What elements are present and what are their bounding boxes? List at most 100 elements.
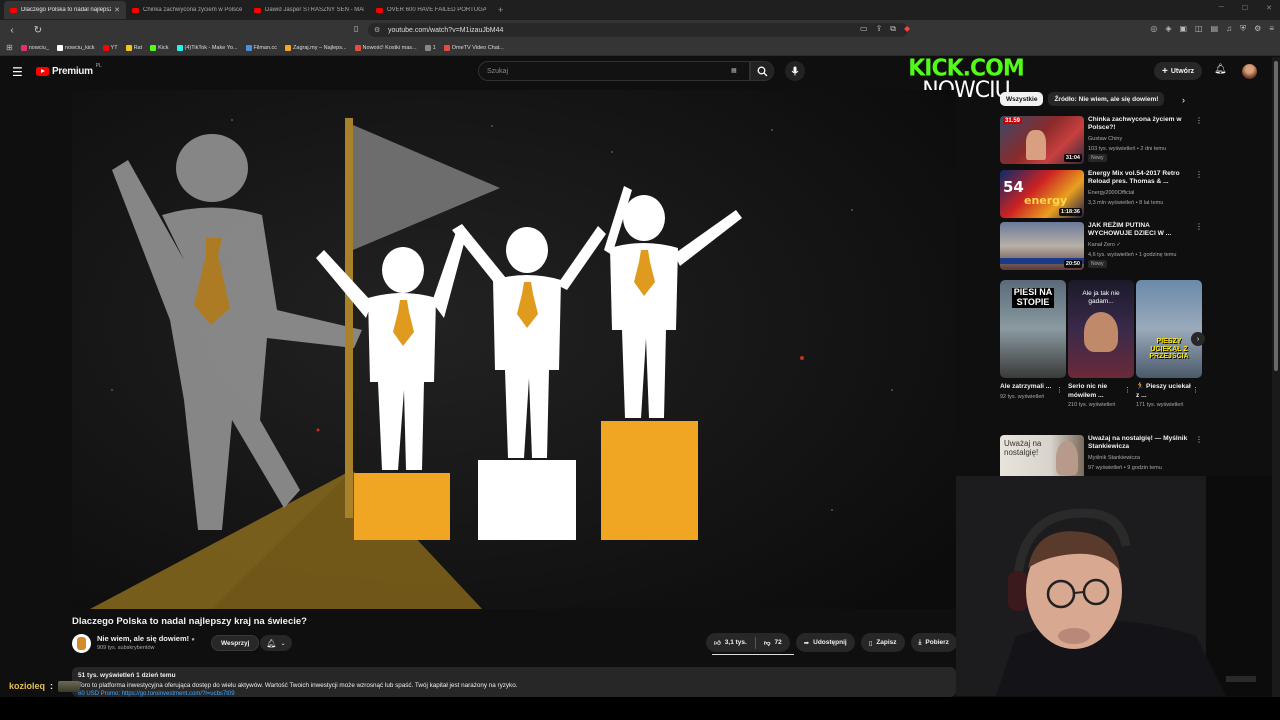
- video-thumbnail[interactable]: 20:50: [1000, 222, 1084, 270]
- close-window-icon[interactable]: ✕: [1266, 4, 1272, 12]
- browser-tab[interactable]: Dlaczego Polska to nadal najlepszy ✕: [4, 1, 126, 19]
- tab-title: Chinka zachwycona życiem w Polsce: [143, 7, 242, 13]
- menu-icon[interactable]: ≡: [1269, 24, 1274, 34]
- extension-icon[interactable]: ◫: [1195, 24, 1203, 34]
- browser-tab[interactable]: OVER 600 HAVE FAILED PORTUGAL'S: [370, 1, 492, 19]
- more-options-icon[interactable]: ⋮: [1195, 116, 1203, 125]
- scrollbar-thumb[interactable]: [1274, 61, 1278, 371]
- bookmark-star-icon[interactable]: ▯: [354, 24, 358, 33]
- minimize-icon[interactable]: ─: [1219, 4, 1224, 12]
- recommendation-item[interactable]: 54 energy 1:18:36 Energy Mix vol.54-2017…: [1000, 170, 1205, 220]
- bookmark-item[interactable]: Nowość! Kostki mas...: [354, 44, 417, 51]
- settings-icon[interactable]: ⚙: [1254, 24, 1261, 34]
- browser-tab[interactable]: Dawid Jasper STRASZNY SEN - MAF: [248, 1, 370, 19]
- save-button[interactable]: ▯ Zapisz: [860, 633, 905, 652]
- subscriber-count: 909 tys. subskrybentów: [97, 645, 155, 651]
- description-box[interactable]: 51 tys. wyświetleń 1 dzień temu Toro to …: [72, 667, 956, 697]
- youtube-favicon-icon: [10, 7, 17, 13]
- site-info-icon[interactable]: ⚙: [374, 26, 380, 34]
- extension-icon[interactable]: ◆: [904, 24, 910, 34]
- bookmark-item[interactable]: 1: [424, 44, 436, 51]
- share-button[interactable]: ➦ Udostępnij: [795, 633, 855, 652]
- short-item[interactable]: PIESI NA STOPIE Ale zatrzymali ... 92 ty…: [1000, 280, 1066, 401]
- video-thumbnail[interactable]: 54 energy 1:18:36: [1000, 170, 1084, 218]
- cast-icon[interactable]: ▭: [860, 24, 868, 34]
- video-thumbnail[interactable]: 31.59 31:04: [1000, 116, 1084, 164]
- chip-source[interactable]: Źródło: Nie wiem, ale się dowiem!: [1048, 92, 1165, 106]
- like-ratio-bar: [712, 653, 794, 655]
- short-item[interactable]: PIESZY UCIEKAŁ Z PRZEJŚCIA 🏃 Pieszy ucie…: [1136, 280, 1202, 409]
- short-thumbnail[interactable]: PIESI NA STOPIE: [1000, 280, 1066, 378]
- bookmark-item[interactable]: Kick: [150, 44, 169, 51]
- bookmarks-bar: ⊞ nowciu_ nowciu_kick YT Rat Kick (4)TikTok -…: [0, 40, 1280, 56]
- support-button[interactable]: Wesprzyj: [211, 635, 260, 651]
- back-icon[interactable]: ‹: [4, 25, 20, 36]
- maximize-icon[interactable]: ☐: [1242, 4, 1248, 12]
- chevron-right-icon[interactable]: ›: [1191, 332, 1205, 346]
- apps-grid-icon[interactable]: ⊞: [6, 43, 13, 52]
- more-options-icon[interactable]: ⋮: [1195, 222, 1203, 231]
- bookmark-item[interactable]: YT: [102, 44, 118, 51]
- extension-icon[interactable]: ◎: [1150, 24, 1157, 34]
- video-meta: 97 wyświetleń • 9 godzin temu: [1088, 465, 1162, 471]
- bookmark-item[interactable]: (4)TikTok - Make Yo...: [176, 44, 238, 51]
- youtube-premium-logo[interactable]: Premium PL: [36, 63, 102, 77]
- extension-icon[interactable]: ▣: [1179, 24, 1187, 34]
- url-field[interactable]: ⚙ youtube.com/watch?v=M1izauJbM44: [368, 23, 908, 37]
- screenshot-icon[interactable]: ⧉: [890, 24, 896, 34]
- recommendation-item[interactable]: 31.59 31:04 Chinka zachwycona życiem w P…: [1000, 116, 1205, 166]
- dislike-button[interactable]: 👎︎ 72: [756, 639, 790, 647]
- shield-icon[interactable]: ⛨: [1240, 24, 1246, 34]
- more-options-icon[interactable]: ⋮: [1056, 386, 1063, 394]
- bookmark-item[interactable]: Zagraj.my – Najleps...: [285, 44, 347, 51]
- address-actions: ▭ ⇪ ⧉ ◆: [860, 24, 910, 34]
- page-scrollbar[interactable]: [1272, 57, 1280, 697]
- chip-all[interactable]: Wszystkie: [1000, 92, 1044, 106]
- more-options-icon[interactable]: ⋮: [1124, 386, 1131, 394]
- account-avatar[interactable]: [1242, 64, 1257, 79]
- notifications-bell-icon[interactable]: 🔔︎: [1214, 64, 1227, 75]
- short-thumbnail[interactable]: PIESZY UCIEKAŁ Z PRZEJŚCIA: [1136, 280, 1202, 378]
- recommendation-item[interactable]: 20:50 JAK REŻIM PUTINA WYCHOWUJE DZIECI …: [1000, 222, 1205, 272]
- music-icon[interactable]: ♫: [1226, 24, 1232, 34]
- reload-icon[interactable]: ↻: [30, 25, 46, 36]
- keyboard-icon[interactable]: ▦: [731, 67, 737, 74]
- hamburger-menu-icon[interactable]: ☰: [12, 65, 23, 79]
- download-button[interactable]: ⤓ Pobierz: [910, 633, 957, 652]
- search-button[interactable]: [750, 61, 774, 81]
- bookmark-favicon-icon: [354, 44, 361, 51]
- bookmark-favicon-icon: [56, 44, 63, 51]
- close-tab-icon[interactable]: ✕: [114, 6, 120, 14]
- create-button[interactable]: + Utwórz: [1154, 62, 1203, 80]
- browser-tab[interactable]: Chinka zachwycona życiem w Polsce: [126, 1, 248, 19]
- channel-name[interactable]: Nie wiem, ale się dowiem! ●: [97, 634, 195, 643]
- video-duration: 1:18:36: [1059, 208, 1082, 216]
- search-input[interactable]: Szukaj: [478, 61, 750, 81]
- extension-icon[interactable]: ◈: [1165, 24, 1171, 34]
- create-label: Utwórz: [1170, 67, 1195, 75]
- bookmark-item[interactable]: nowciu_: [20, 44, 49, 51]
- chevron-right-icon[interactable]: ›: [1182, 95, 1185, 105]
- new-tab-icon[interactable]: +: [498, 5, 503, 15]
- bookmark-favicon-icon: [102, 44, 109, 51]
- dislike-count: 72: [774, 639, 782, 646]
- video-player[interactable]: [72, 90, 956, 609]
- share-icon[interactable]: ⇪: [876, 24, 883, 34]
- more-options-icon[interactable]: ⋮: [1192, 386, 1199, 394]
- bookmark-item[interactable]: OmeTV Video Chat...: [443, 44, 504, 51]
- bookmark-item[interactable]: nowciu_kick: [56, 44, 95, 51]
- channel-avatar[interactable]: [72, 634, 91, 653]
- more-options-icon[interactable]: ⋮: [1195, 170, 1203, 179]
- bookmark-item[interactable]: Rat: [125, 44, 142, 51]
- short-item[interactable]: Ale ja tak nie gadam... Serio nic nie mó…: [1068, 280, 1134, 409]
- extension-icon[interactable]: ▤: [1211, 24, 1219, 34]
- voice-search-button[interactable]: [785, 61, 805, 81]
- subscription-notifications-button[interactable]: 🔔︎ ⌄: [260, 635, 292, 651]
- more-options-icon[interactable]: ⋮: [1195, 435, 1203, 444]
- video-title: Chinka zachwycona życiem w Polsce?!: [1088, 116, 1182, 132]
- like-button[interactable]: 👍︎ 3,1 tys.: [706, 639, 755, 647]
- window-controls: ─ ☐ ✕: [1219, 4, 1272, 12]
- bookmark-favicon-icon: [20, 44, 27, 51]
- short-thumbnail[interactable]: Ale ja tak nie gadam...: [1068, 280, 1134, 378]
- bookmark-item[interactable]: Filman.cc: [245, 44, 277, 51]
